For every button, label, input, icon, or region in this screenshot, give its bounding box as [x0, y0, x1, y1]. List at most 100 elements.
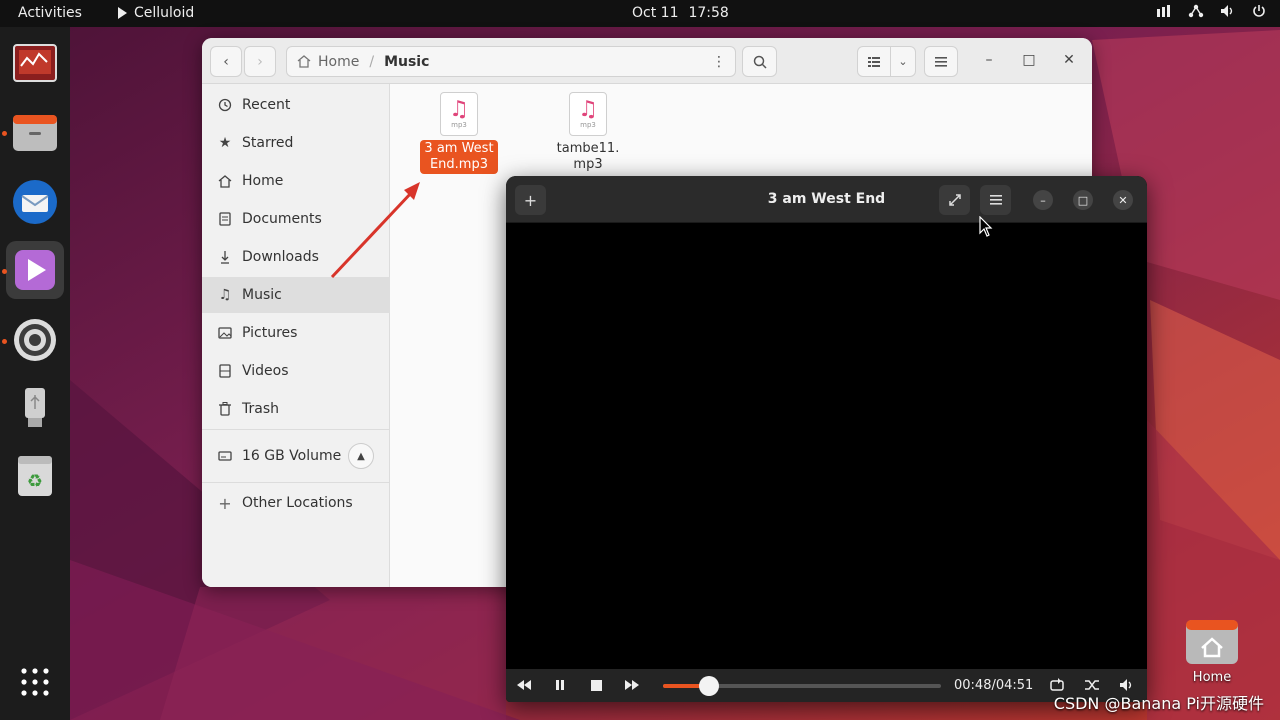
sidebar-item-label: Other Locations: [242, 495, 353, 511]
forward-button[interactable]: ›: [244, 46, 276, 77]
sidebar-item-label: Pictures: [242, 325, 298, 341]
app-menu[interactable]: Celluloid: [118, 5, 194, 21]
kebab-menu-icon: ⋮: [712, 53, 726, 70]
home-folder-icon: [1186, 620, 1238, 664]
fullscreen-button[interactable]: [939, 185, 970, 215]
chevron-left-icon: ‹: [223, 53, 229, 70]
mouse-pointer-icon: [979, 216, 993, 237]
minimize-button[interactable]: –: [1033, 190, 1053, 210]
file-name-line: End.mp3: [429, 157, 488, 172]
forward-button[interactable]: [621, 675, 643, 695]
path-menu-button[interactable]: ⋮: [702, 46, 736, 77]
eject-button[interactable]: ▲: [348, 443, 374, 469]
sidebar-item-pictures[interactable]: Pictures: [202, 315, 390, 351]
main-menu-button[interactable]: [924, 46, 958, 77]
sidebar-item-downloads[interactable]: Downloads: [202, 239, 390, 275]
player-controls: 00:48/04:51: [506, 669, 1147, 702]
path-bar: Home / Music: [286, 46, 736, 77]
places-sidebar: Recent ★ Starred Home Documents Download…: [202, 84, 390, 587]
file-name-line: mp3: [573, 157, 603, 172]
files-icon[interactable]: [6, 103, 64, 161]
sidebar-item-music[interactable]: ♫ Music: [202, 277, 390, 313]
view-options-button[interactable]: ⌄: [890, 46, 916, 77]
sidebar-item-volume[interactable]: 16 GB Volume ▲: [202, 438, 390, 474]
plus-icon: +: [218, 493, 232, 513]
system-monitor-icon[interactable]: [6, 35, 64, 93]
files-headerbar: ‹ › Home / Music ⋮ ⌄ – □ ✕: [202, 38, 1092, 84]
pause-button[interactable]: [549, 675, 571, 695]
sidebar-item-other-locations[interactable]: + Other Locations: [202, 485, 390, 521]
minimize-button[interactable]: –: [980, 52, 998, 68]
audio-file-icon: ♫ mp3: [440, 92, 478, 136]
sidebar-item-starred[interactable]: ★ Starred: [202, 125, 390, 161]
video-area[interactable]: [506, 223, 1147, 669]
volume-icon: [1221, 5, 1233, 17]
accessibility-icon: [1157, 5, 1170, 17]
system-tray[interactable]: [1156, 4, 1266, 18]
path-home-label: Home: [318, 53, 360, 70]
sidebar-item-label: Starred: [242, 135, 294, 151]
video-icon: [216, 364, 234, 378]
pause-icon: [556, 680, 564, 690]
celluloid-window: + 3 am West End – □ ✕ 00:48/04:51: [506, 176, 1147, 702]
play-icon: [118, 7, 127, 19]
file-item[interactable]: ♫ mp3 tambe11. mp3: [543, 92, 633, 174]
clock-icon: [216, 98, 234, 112]
thunderbird-icon[interactable]: [6, 173, 64, 231]
sidebar-item-home[interactable]: Home: [202, 163, 390, 199]
maximize-button[interactable]: □: [1020, 52, 1038, 68]
sidebar-item-label: Home: [242, 173, 284, 189]
sidebar-item-documents[interactable]: Documents: [202, 201, 390, 237]
fast-forward-icon: [625, 680, 639, 690]
sidebar-item-label: Documents: [242, 211, 322, 227]
picture-icon: [216, 327, 234, 339]
trash-icon[interactable]: ♻: [6, 447, 64, 505]
fullscreen-icon: [948, 194, 961, 206]
music-note-icon: ♫: [578, 97, 598, 122]
file-name-line: 3 am West: [424, 141, 494, 156]
settings-icon[interactable]: [6, 311, 64, 369]
usb-drive-icon[interactable]: [6, 379, 64, 437]
star-icon: ★: [218, 135, 232, 151]
back-button[interactable]: ‹: [210, 46, 242, 77]
file-item[interactable]: ♫ mp3 3 am West End.mp3: [414, 92, 504, 174]
trash-icon: [216, 402, 234, 416]
sidebar-item-label: Music: [242, 287, 282, 303]
sidebar-item-trash[interactable]: Trash: [202, 391, 390, 427]
audio-file-icon: ♫ mp3: [569, 92, 607, 136]
file-name: tambe11. mp3: [553, 140, 624, 174]
sidebar-item-recent[interactable]: Recent: [202, 87, 390, 123]
chevron-right-icon: ›: [257, 53, 263, 70]
chevron-down-icon: ⌄: [898, 55, 908, 68]
list-view-icon: [868, 56, 880, 67]
celluloid-icon[interactable]: [6, 241, 64, 299]
app-grid-icon[interactable]: [6, 653, 64, 711]
rewind-button[interactable]: [513, 675, 535, 695]
sidebar-item-label: Downloads: [242, 249, 319, 265]
file-name: 3 am West End.mp3: [420, 140, 498, 174]
stop-icon: [590, 679, 602, 691]
sidebar-item-label: Recent: [242, 97, 291, 113]
activities-button[interactable]: Activities: [18, 5, 82, 21]
player-menu-button[interactable]: [980, 185, 1011, 215]
drive-icon: [216, 450, 234, 462]
top-bar: Activities Celluloid Oct 11 17:58: [0, 0, 1280, 27]
stop-button[interactable]: [585, 675, 607, 695]
path-home[interactable]: Home: [297, 54, 359, 70]
close-button[interactable]: ✕: [1113, 190, 1133, 210]
path-current[interactable]: Music: [384, 54, 429, 70]
player-headerbar: + 3 am West End – □ ✕: [506, 176, 1147, 223]
file-name-line: tambe11.: [556, 141, 620, 156]
seek-bar[interactable]: [663, 676, 941, 696]
home-icon: [297, 55, 311, 68]
sidebar-item-videos[interactable]: Videos: [202, 353, 390, 389]
desktop-home-shortcut[interactable]: Home: [1183, 616, 1241, 685]
watermark: CSDN @Banana Pi开源硬件: [1053, 694, 1264, 713]
seek-handle[interactable]: [698, 676, 719, 696]
close-button[interactable]: ✕: [1060, 52, 1078, 68]
clock[interactable]: Oct 11 17:58: [632, 5, 729, 21]
view-list-button[interactable]: [857, 46, 891, 77]
document-icon: [216, 212, 234, 226]
maximize-button[interactable]: □: [1073, 190, 1093, 210]
search-button[interactable]: [742, 46, 777, 77]
